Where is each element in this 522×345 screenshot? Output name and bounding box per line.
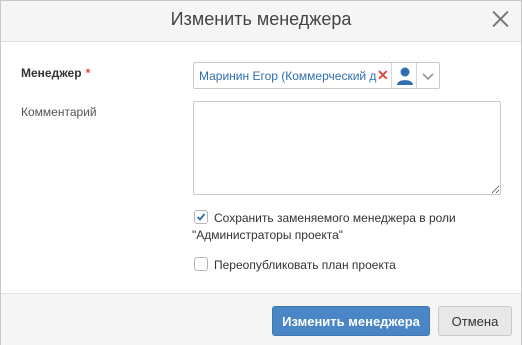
dialog-header: Изменить менеджера [1,1,521,42]
clear-x-icon[interactable]: ✕ [377,67,389,84]
required-mark: * [85,66,91,80]
comment-textarea[interactable] [193,101,501,195]
keep-manager-label-line2: "Администраторы проекта" [192,228,343,242]
dialog-title: Изменить менеджера [170,9,352,29]
checkmark-icon [196,213,206,221]
dialog-footer: Изменить менеджера Отмена [1,293,521,345]
user-icon[interactable] [394,65,416,87]
close-icon[interactable] [489,8,511,30]
change-manager-dialog: Изменить менеджера Менеджер * Маринин Его… [0,0,522,345]
republish-label: Переопубликовать план проекта [214,258,396,272]
cancel-button[interactable]: Отмена [438,306,512,336]
republish-row[interactable]: Переопубликовать план проекта [194,257,494,273]
manager-picker-value[interactable]: Маринин Егор (Коммерческий д [199,69,382,83]
manager-picker[interactable]: Маринин Егор (Коммерческий д ✕ [193,62,440,89]
manager-label: Менеджер * [21,66,90,80]
chevron-down-icon[interactable] [420,68,436,84]
change-manager-button[interactable]: Изменить менеджера [272,306,430,336]
picker-divider [391,63,392,88]
manager-label-text: Менеджер [21,66,82,80]
keep-manager-row[interactable]: Сохранить заменяемого менеджера в роли "… [192,210,494,242]
keep-manager-checkbox[interactable] [194,210,208,224]
comment-label: Комментарий [21,105,97,119]
keep-manager-label-line1: Сохранить заменяемого менеджера в роли [214,211,456,225]
republish-checkbox[interactable] [194,257,208,271]
picker-divider [416,63,417,88]
